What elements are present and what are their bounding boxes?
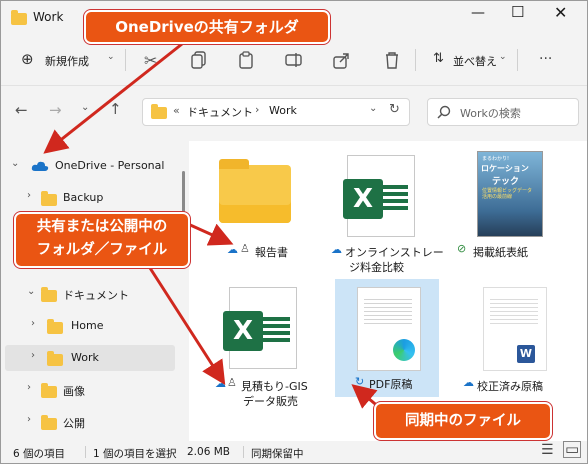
- arrow-to-estimate: [148, 267, 226, 386]
- arrow-to-report: [187, 222, 234, 246]
- callout-syncing-file: 同期中のファイル: [374, 402, 552, 440]
- callout-onedrive-shared-folder: OneDriveの共有フォルダ: [84, 10, 330, 44]
- callout-text-line1: 共有または公開中の: [36, 219, 168, 235]
- callout-shared-public: 共有または公開中の フォルダ／ファイル: [14, 212, 190, 268]
- arrow-to-onedrive: [43, 42, 183, 154]
- callout-text-line2: フォルダ／ファイル: [36, 242, 168, 258]
- callout-text: OneDriveの共有フォルダ: [115, 18, 299, 36]
- callout-text: 同期中のファイル: [405, 413, 521, 429]
